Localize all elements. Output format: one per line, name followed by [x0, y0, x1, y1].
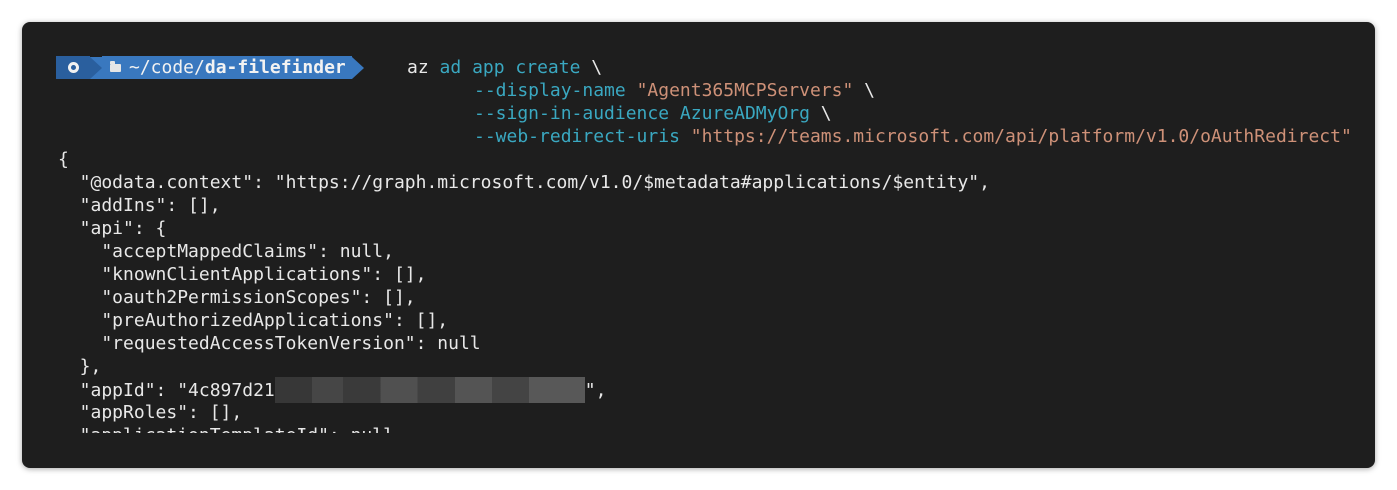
output-line: "oauth2PermissionScopes": [], — [58, 287, 416, 308]
terminal-window[interactable]: ~/code/da-filefinder az ad app create \ … — [22, 22, 1375, 468]
command-line-3: --sign-in-audience AzureADMyOrg \ — [474, 102, 832, 125]
output-line: "acceptMappedClaims": null, — [58, 241, 394, 262]
command-line-4: --web-redirect-uris "https://teams.micro… — [474, 125, 1352, 148]
line-continuation: \ — [809, 103, 832, 124]
flag-sign-in-audience: --sign-in-audience — [474, 103, 670, 124]
redacted-block — [274, 377, 585, 403]
value-display-name: "Agent365MCPServers" — [636, 80, 854, 101]
output-line: "@odata.context": "https://graph.microso… — [58, 172, 990, 193]
prompt-path-segment: ~/code/da-filefinder — [102, 56, 352, 79]
output-line: }, — [58, 356, 102, 377]
line-continuation: \ — [580, 57, 603, 78]
os-logo-icon — [67, 62, 79, 73]
output-line: "api": { — [58, 218, 167, 239]
output-line: "preAuthorizedApplications": [], — [58, 310, 449, 331]
prompt-os-segment — [56, 56, 90, 79]
output-line: "appRoles": [], — [58, 402, 243, 423]
output-line: "addIns": [], — [58, 195, 221, 216]
cmd-az: az — [407, 57, 429, 78]
appid-suffix: ", — [584, 380, 607, 401]
prompt-end-icon — [351, 56, 364, 79]
prompt-separator-icon — [90, 56, 102, 79]
value-sign-in-audience: AzureADMyOrg — [679, 103, 810, 124]
path-directory: da-filefinder — [204, 57, 346, 78]
shell-prompt: ~/code/da-filefinder — [56, 56, 364, 79]
output-line-appid: "appId": "4c897d21 ", — [58, 377, 607, 403]
cmd-create: create — [515, 57, 581, 78]
flag-web-redirect-uris: --web-redirect-uris — [474, 126, 680, 147]
cmd-app: app — [472, 57, 505, 78]
path-prefix: ~/code/ — [129, 57, 205, 78]
output-line: "requestedAccessTokenVersion": null — [58, 333, 481, 354]
value-web-redirect-uris: "https://teams.microsoft.com/api/platfor… — [690, 126, 1352, 147]
flag-display-name: --display-name — [474, 80, 626, 101]
output-line: { — [58, 149, 69, 170]
terminal-output[interactable]: ~/code/da-filefinder az ad app create \ … — [22, 22, 1375, 433]
line-continuation: \ — [853, 80, 875, 101]
appid-prefix: "appId": "4c897d21 — [58, 380, 275, 401]
folder-icon — [110, 60, 121, 72]
command-line-1: az ad app create \ — [407, 56, 602, 79]
output-line: "knownClientApplications": [], — [58, 264, 427, 285]
output-line-partial: "applicationTemplateId": null — [58, 424, 394, 433]
command-line-2: --display-name "Agent365MCPServers" \ — [474, 79, 875, 102]
cmd-ad: ad — [439, 57, 462, 78]
